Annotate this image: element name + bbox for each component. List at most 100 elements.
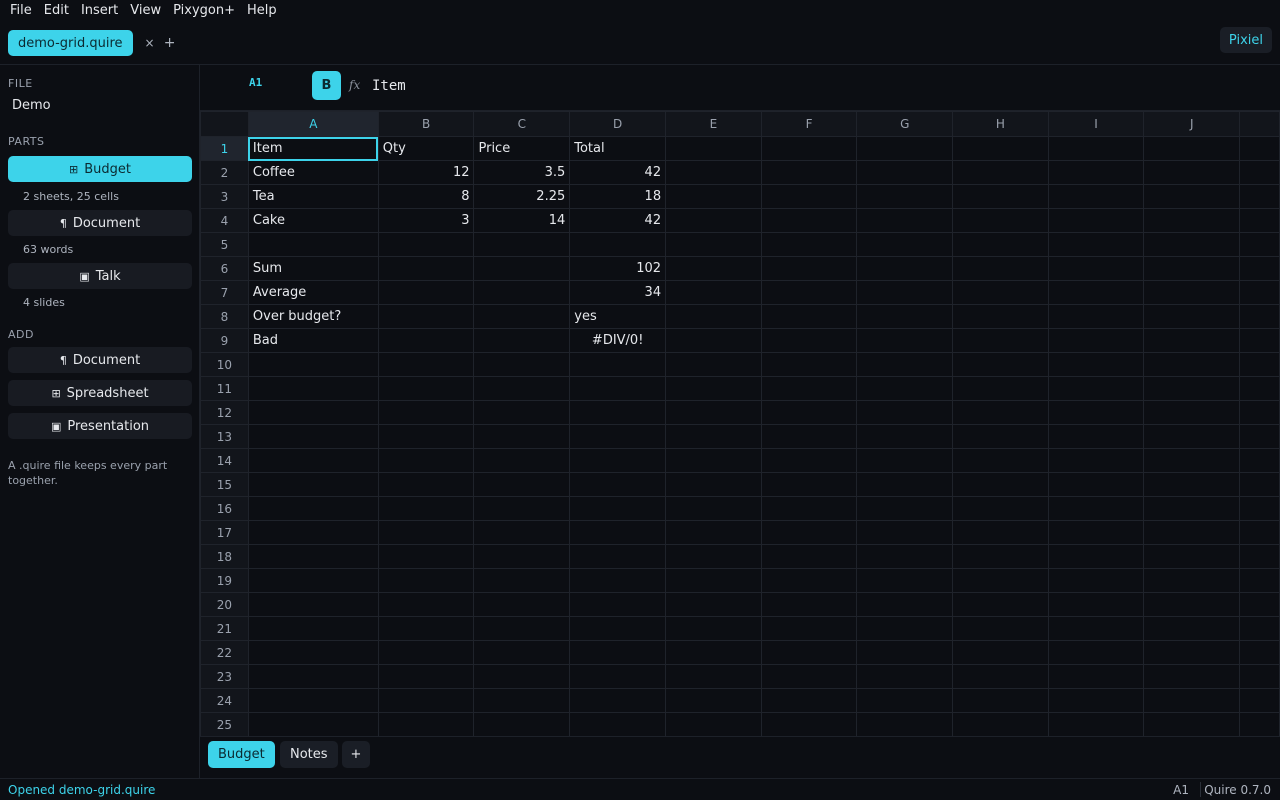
cell-d22[interactable] — [569, 640, 667, 665]
cell-c14[interactable] — [473, 448, 571, 473]
cell-f12[interactable] — [760, 400, 858, 425]
cell-c22[interactable] — [473, 640, 571, 665]
cell-b21[interactable] — [377, 616, 475, 641]
cell-b17[interactable] — [377, 520, 475, 545]
cell-h13[interactable] — [952, 424, 1049, 449]
cell-j12[interactable] — [1143, 400, 1241, 425]
cell-e7[interactable] — [665, 280, 762, 305]
row-header[interactable]: 9 — [200, 328, 249, 353]
cell-f18[interactable] — [760, 544, 858, 569]
cell-e17[interactable] — [665, 520, 762, 545]
cell-d20[interactable] — [569, 592, 667, 617]
cell-h6[interactable] — [952, 256, 1049, 281]
cell-d18[interactable] — [569, 544, 667, 569]
cell-j24[interactable] — [1143, 688, 1241, 713]
cell-i22[interactable] — [1047, 640, 1145, 665]
cell-e3[interactable] — [665, 184, 762, 209]
part-talk-button[interactable]: ▣ Talk — [8, 263, 192, 289]
cell-j7[interactable] — [1143, 280, 1241, 305]
bold-button[interactable]: B — [312, 71, 341, 100]
cell-j23[interactable] — [1143, 664, 1241, 689]
cell-h18[interactable] — [952, 544, 1049, 569]
cell-e22[interactable] — [665, 640, 762, 665]
cell-b6[interactable] — [377, 256, 475, 281]
cell-c3[interactable]: 2.25 — [473, 184, 571, 209]
cell-a16[interactable] — [247, 496, 379, 521]
row-header[interactable]: 1 — [200, 136, 249, 161]
cell-e19[interactable] — [665, 568, 762, 593]
cell-f3[interactable] — [760, 184, 858, 209]
cell-b2[interactable]: 12 — [377, 160, 475, 185]
cell-f1[interactable] — [760, 136, 858, 161]
cell-a5[interactable] — [247, 232, 379, 257]
cell-h19[interactable] — [952, 568, 1049, 593]
part-budget-button[interactable]: ⊞ Budget — [8, 156, 192, 182]
cell-a19[interactable] — [247, 568, 379, 593]
row-header[interactable]: 24 — [200, 688, 249, 713]
cell-j19[interactable] — [1143, 568, 1241, 593]
cell-c9[interactable] — [473, 328, 571, 353]
cell-b8[interactable] — [377, 304, 475, 329]
cell-h3[interactable] — [952, 184, 1049, 209]
cell-j9[interactable] — [1143, 328, 1241, 353]
cell-a24[interactable] — [247, 688, 379, 713]
cell-j11[interactable] — [1143, 376, 1241, 401]
cell-c4[interactable]: 14 — [473, 208, 571, 233]
row-header[interactable]: 19 — [200, 568, 249, 593]
cell-g18[interactable] — [856, 544, 954, 569]
grid-corner[interactable] — [200, 111, 249, 137]
cell-d25[interactable] — [569, 712, 667, 736]
cell-i20[interactable] — [1047, 592, 1145, 617]
cell-i6[interactable] — [1047, 256, 1145, 281]
cell-b10[interactable] — [377, 352, 475, 377]
cell-a23[interactable] — [247, 664, 379, 689]
add-presentation-button[interactable]: ▣ Presentation — [8, 413, 192, 439]
cell-a25[interactable] — [247, 712, 379, 736]
cell-j18[interactable] — [1143, 544, 1241, 569]
cell-d17[interactable] — [569, 520, 667, 545]
cell-f23[interactable] — [760, 664, 858, 689]
cell-h24[interactable] — [952, 688, 1049, 713]
cell-reference[interactable]: A1 — [249, 76, 262, 89]
cell-f11[interactable] — [760, 376, 858, 401]
cell-e4[interactable] — [665, 208, 762, 233]
cell-i13[interactable] — [1047, 424, 1145, 449]
sheet-tab-budget[interactable]: Budget — [208, 741, 275, 768]
cell-b15[interactable] — [377, 472, 475, 497]
cell-d24[interactable] — [569, 688, 667, 713]
cell-g24[interactable] — [856, 688, 954, 713]
cell-d4[interactable]: 42 — [569, 208, 667, 233]
cell-e13[interactable] — [665, 424, 762, 449]
cell-d6[interactable]: 102 — [569, 256, 667, 281]
column-header-d[interactable]: D — [569, 111, 667, 137]
cell-c21[interactable] — [473, 616, 571, 641]
column-header-e[interactable]: E — [665, 111, 762, 137]
cell-f19[interactable] — [760, 568, 858, 593]
cell-c11[interactable] — [473, 376, 571, 401]
cell-g14[interactable] — [856, 448, 954, 473]
menu-edit[interactable]: Edit — [38, 0, 75, 22]
cell-g6[interactable] — [856, 256, 954, 281]
cell-j10[interactable] — [1143, 352, 1241, 377]
cell-a2[interactable]: Coffee — [247, 160, 379, 185]
menu-help[interactable]: Help — [241, 0, 283, 22]
cell-a8[interactable]: Over budget? — [247, 304, 379, 329]
cell-f20[interactable] — [760, 592, 858, 617]
column-header-b[interactable]: B — [377, 111, 475, 137]
cell-h12[interactable] — [952, 400, 1049, 425]
cell-d10[interactable] — [569, 352, 667, 377]
cell-i19[interactable] — [1047, 568, 1145, 593]
cell-f16[interactable] — [760, 496, 858, 521]
cell-g1[interactable] — [856, 136, 954, 161]
row-header[interactable]: 5 — [200, 232, 249, 257]
cell-d23[interactable] — [569, 664, 667, 689]
cell-g10[interactable] — [856, 352, 954, 377]
cell-j2[interactable] — [1143, 160, 1241, 185]
cell-j15[interactable] — [1143, 472, 1241, 497]
column-header-a[interactable]: A — [247, 111, 379, 137]
menu-view[interactable]: View — [124, 0, 167, 22]
cell-h23[interactable] — [952, 664, 1049, 689]
cell-b1[interactable]: Qty — [377, 136, 475, 161]
cell-d7[interactable]: 34 — [569, 280, 667, 305]
cell-c8[interactable] — [473, 304, 571, 329]
